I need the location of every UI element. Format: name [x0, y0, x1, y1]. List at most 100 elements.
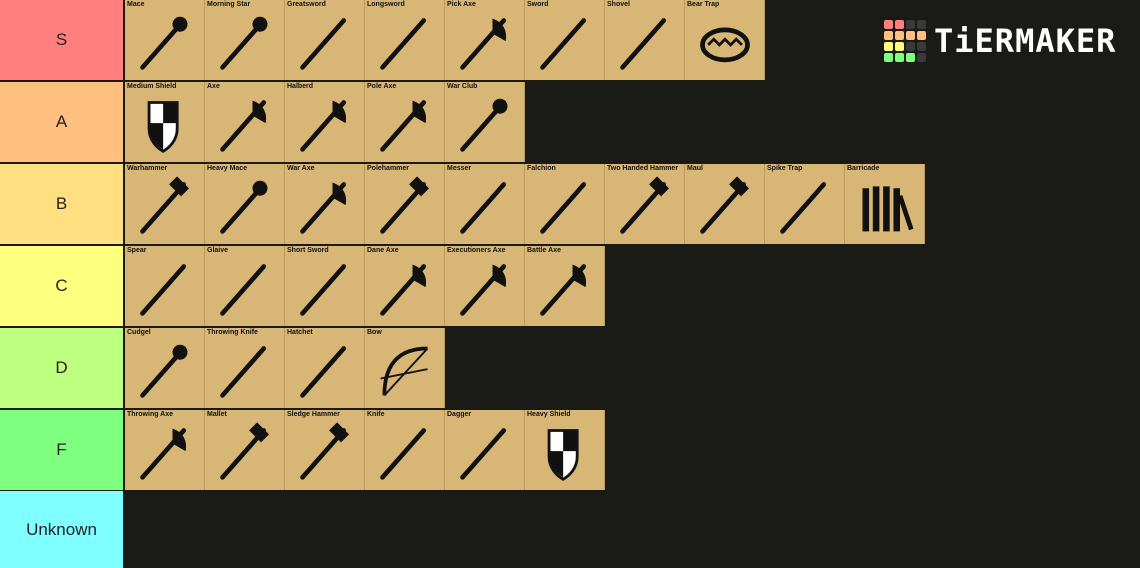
tier-item[interactable]: Bear Trap [685, 0, 765, 80]
tier-item[interactable]: Shovel [605, 0, 685, 80]
item-name: Axe [207, 83, 220, 90]
logo-grid-cell [917, 53, 926, 62]
item-name: Halberd [287, 83, 314, 90]
heavy-shield-icon [547, 429, 579, 481]
logo-grid-cell [906, 31, 915, 40]
tier-label[interactable]: S [0, 0, 125, 80]
tier-item[interactable]: Heavy Shield [525, 410, 605, 490]
item-name: Bow [367, 329, 382, 336]
tier-item[interactable]: Sword [525, 0, 605, 80]
tier-items: Cudgel Throwing Knife Hatchet Bow [125, 328, 445, 408]
tier-row-f: F Throwing Axe Mallet Sledge Hammer Knife Dag… [0, 410, 1140, 490]
item-name: Heavy Mace [207, 165, 248, 172]
axe-icon [220, 100, 267, 152]
tier-label[interactable]: D [0, 328, 125, 408]
tier-item[interactable]: Maul [685, 164, 765, 244]
logo-grid-cell [895, 42, 904, 51]
sword-icon [540, 18, 587, 70]
tier-label[interactable]: F [0, 410, 125, 490]
tier-item[interactable]: Spear [125, 246, 205, 326]
item-name: Dagger [447, 411, 472, 418]
tier-label[interactable]: B [0, 164, 125, 244]
item-name: Messer [447, 165, 472, 172]
tier-item[interactable]: Sledge Hammer [285, 410, 365, 490]
item-name: Falchion [527, 165, 556, 172]
tier-item[interactable]: Bow [365, 328, 445, 408]
executioners-axe-icon [460, 264, 507, 316]
tier-row-a: A Medium Shield Axe Halberd Pole Axe War Club [0, 82, 1140, 162]
tier-item[interactable]: Polehammer [365, 164, 445, 244]
tier-item[interactable]: Morning Star [205, 0, 285, 80]
spear-icon [140, 264, 187, 316]
item-name: Greatsword [287, 1, 326, 8]
item-name: Shovel [607, 1, 630, 8]
tier-item[interactable]: Glaive [205, 246, 285, 326]
battle-axe-icon [540, 264, 587, 316]
tier-item[interactable]: Pole Axe [365, 82, 445, 162]
logo-text: TiERMAKER [934, 22, 1117, 60]
item-name: Longsword [367, 1, 405, 8]
morning-star-icon [220, 16, 268, 70]
tier-item[interactable]: Longsword [365, 0, 445, 80]
tier-item[interactable]: Two Handed Hammer [605, 164, 685, 244]
tier-item[interactable]: Messer [445, 164, 525, 244]
tier-item[interactable]: Knife [365, 410, 445, 490]
tier-item[interactable]: Spike Trap [765, 164, 845, 244]
maul-icon [700, 176, 750, 234]
tier-item[interactable]: Battle Axe [525, 246, 605, 326]
tier-row-b: B Warhammer Heavy Mace War Axe Polehammer Mes… [0, 164, 1140, 244]
item-name: Pick Axe [447, 1, 476, 8]
item-name: Polehammer [367, 165, 410, 172]
tier-item[interactable]: Halberd [285, 82, 365, 162]
shovel-icon [620, 18, 667, 70]
logo-grid-cell [895, 31, 904, 40]
item-name: War Axe [287, 165, 315, 172]
tier-item[interactable]: Mace [125, 0, 205, 80]
tier-item[interactable]: Dane Axe [365, 246, 445, 326]
tier-item[interactable]: Throwing Knife [205, 328, 285, 408]
item-name: Spike Trap [767, 165, 803, 172]
logo-grid-cell [906, 53, 915, 62]
tier-item[interactable]: Heavy Mace [205, 164, 285, 244]
tier-item[interactable]: Medium Shield [125, 82, 205, 162]
tier-item[interactable]: War Club [445, 82, 525, 162]
tier-item[interactable]: Pick Axe [445, 0, 525, 80]
tier-item[interactable]: Dagger [445, 410, 525, 490]
tier-item[interactable]: Short Sword [285, 246, 365, 326]
tier-item[interactable]: War Axe [285, 164, 365, 244]
item-name: Warhammer [127, 165, 168, 172]
tier-item[interactable]: Warhammer [125, 164, 205, 244]
item-name: Mace [127, 1, 145, 8]
tier-item[interactable]: Mallet [205, 410, 285, 490]
tier-item[interactable]: Axe [205, 82, 285, 162]
spike-trap-icon [780, 182, 827, 234]
two-handed-hammer-icon [620, 176, 670, 234]
tier-item[interactable]: Greatsword [285, 0, 365, 80]
dagger-icon [460, 428, 507, 480]
bow-icon [380, 346, 429, 397]
tier-item[interactable]: Throwing Axe [125, 410, 205, 490]
longsword-icon [380, 18, 427, 70]
tier-row-unknown: Unknown [0, 491, 1140, 568]
tier-item[interactable]: Barricade [845, 164, 925, 244]
tier-label[interactable]: C [0, 246, 125, 326]
tier-item[interactable]: Falchion [525, 164, 605, 244]
hatchet-icon [300, 346, 347, 398]
tier-item[interactable]: Hatchet [285, 328, 365, 408]
tier-label[interactable]: A [0, 82, 125, 162]
tier-item[interactable]: Cudgel [125, 328, 205, 408]
item-name: Glaive [207, 247, 229, 254]
item-name: Two Handed Hammer [607, 165, 679, 172]
polehammer-icon [380, 176, 430, 234]
item-name: Bear Trap [687, 1, 720, 8]
halberd-icon [300, 100, 347, 152]
bear-trap-icon [700, 27, 750, 63]
tier-label[interactable]: Unknown [0, 491, 125, 568]
logo-grid-cell [884, 31, 893, 40]
logo-grid-cell [917, 42, 926, 51]
tier-items: Warhammer Heavy Mace War Axe Polehammer Mess… [125, 164, 925, 244]
tier-item[interactable]: Executioners Axe [445, 246, 525, 326]
tier-row-d: D Cudgel Throwing Knife Hatchet Bow [0, 328, 1140, 408]
item-name: Dane Axe [367, 247, 399, 254]
logo-grid-cell [884, 42, 893, 51]
